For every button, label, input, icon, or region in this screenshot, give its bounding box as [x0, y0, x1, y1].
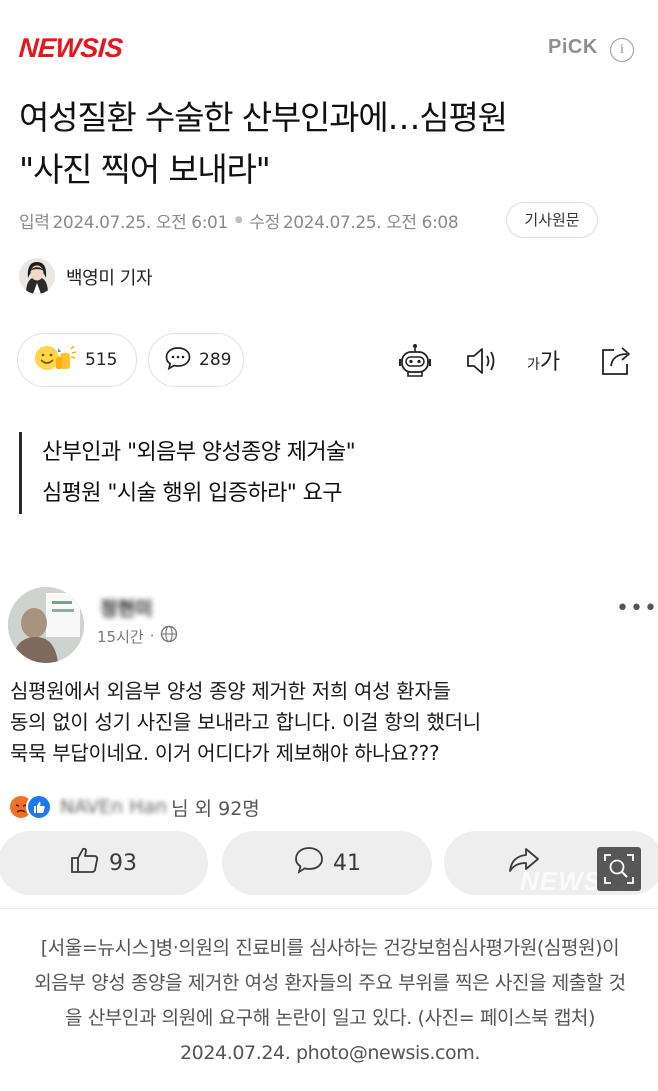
comment-icon [164, 345, 192, 376]
fb-more-icon: ••• [616, 596, 658, 621]
speaker-icon[interactable] [463, 341, 503, 381]
globe-icon [160, 625, 178, 647]
fb-reactor-count: 님 외 92명 [171, 797, 260, 820]
fb-meta-dot: · [149, 627, 155, 645]
input-date: 2024.07.25. 오전 6:01 [52, 212, 228, 233]
comment-count: 289 [199, 350, 232, 370]
title-line: 여성질환 수술한 산부인과에…심평원 [19, 98, 508, 137]
zoom-icon[interactable] [597, 847, 641, 891]
comment-button[interactable]: 289 [148, 333, 244, 387]
fb-user-name: 정현미 [100, 598, 153, 620]
info-icon[interactable]: i [610, 38, 634, 62]
title-line: "사진 찍어 보내라" [19, 150, 271, 189]
subhead-line: 산부인과 "외음부 양성종양 제거술" [42, 440, 356, 465]
like-emoji-icon [26, 794, 52, 820]
fb-like-count: 93 [109, 850, 137, 876]
font-size-small-label: 가 [527, 357, 540, 373]
input-label: 입력 [19, 212, 50, 233]
article-title: 여성질환 수술한 산부인과에…심평원 "사진 찍어 보내라" [19, 92, 644, 196]
reaction-count: 515 [85, 350, 118, 370]
fb-post-text: 심평원에서 외음부 양성 종양 제거한 저희 여성 환자들 동의 없이 성기 사… [10, 676, 650, 769]
pick-label[interactable]: PiCK [548, 36, 598, 59]
fb-like-button: 93 [0, 831, 208, 895]
robot-summary-icon[interactable] [395, 341, 435, 381]
fb-post-line: 동의 없이 성기 사진을 보내라고 합니다. 이걸 항의 했더니 [10, 710, 481, 734]
font-size-button[interactable]: 가가 [527, 344, 560, 376]
fb-comment-button: 41 [222, 831, 432, 895]
fb-post-time: 15시간 [97, 627, 144, 646]
modify-label: 수정 [249, 212, 280, 233]
modify-date: 2024.07.25. 오전 6:08 [282, 212, 459, 233]
fb-post-meta: 15시간 · [97, 625, 178, 647]
original-article-button[interactable]: 기사원문 [506, 202, 598, 238]
photo-caption: [서울=뉴시스]병·의원의 진료비를 심사하는 건강보험심사평가원(심평원)이 … [0, 908, 658, 1091]
fb-post-line: 묵묵 부답이네요. 이거 어디다가 제보해야 하나요??? [10, 741, 440, 765]
share-icon[interactable] [597, 341, 637, 381]
reaction-emoji-icon [34, 343, 78, 378]
thumbs-up-icon [69, 845, 101, 881]
fb-reactor-names: NAVEn Han [60, 796, 168, 818]
fb-post-line: 심평원에서 외음부 양성 종양 제거한 저희 여성 환자들 [10, 679, 451, 703]
newsis-logo[interactable]: NEWSIS [18, 33, 124, 64]
subhead-line: 심평원 "시술 행위 입증하라" 요구 [42, 481, 343, 506]
reporter-avatar[interactable] [19, 258, 55, 294]
fb-reactions: NAVEn Han 님 외 92명 [8, 792, 260, 822]
fb-avatar [8, 587, 84, 663]
article-subhead: 산부인과 "외음부 양성종양 제거술" 심평원 "시술 행위 입증하라" 요구 [19, 432, 629, 514]
separator-dot: ● [234, 215, 243, 225]
top-bar: NEWSIS PiCK i [0, 0, 658, 86]
article-dates: 입력 2024.07.25. 오전 6:01 ● 수정 2024.07.25. … [19, 206, 459, 234]
article-photo[interactable]: 정현미 15시간 · ••• 심평원에서 외음부 양성 종양 제거한 저희 여성… [0, 570, 658, 906]
reporter-name[interactable]: 백영미 기자 [66, 264, 153, 290]
reaction-button[interactable]: 515 [17, 333, 137, 387]
fb-comment-icon [293, 845, 325, 881]
fb-comment-count: 41 [333, 850, 361, 876]
font-size-large-label: 가 [539, 350, 561, 375]
